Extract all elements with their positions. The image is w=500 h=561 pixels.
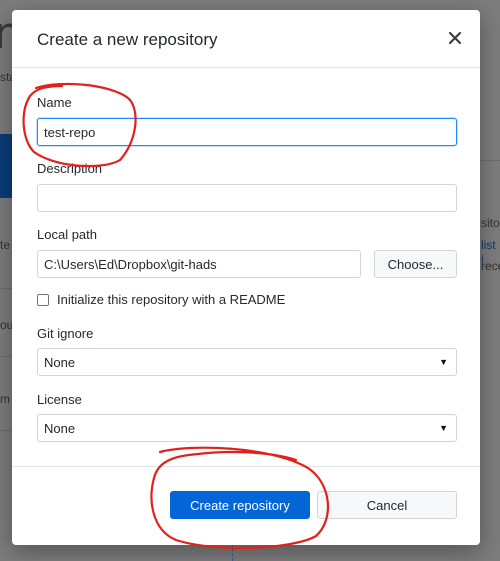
license-selected-value: None (44, 420, 76, 436)
git-ignore-select[interactable]: None ▼ (37, 348, 457, 376)
footer-divider (12, 466, 480, 467)
bg-text-fragment: m (0, 392, 10, 406)
readme-checkbox-label: Initialize this repository with a README (57, 292, 286, 307)
name-label: Name (37, 95, 72, 110)
description-label: Description (37, 161, 103, 176)
bg-dashed-line (232, 544, 234, 561)
license-label: License (37, 392, 82, 407)
bg-text-fragment: sito (481, 216, 500, 230)
caret-down-icon: ▼ (439, 423, 448, 433)
bg-blue-button (0, 134, 12, 198)
caret-down-icon: ▼ (439, 357, 448, 367)
bg-text-fragment: rece (481, 259, 500, 273)
create-repository-button[interactable]: Create repository (170, 491, 310, 519)
bg-divider (0, 356, 12, 357)
bg-divider (0, 430, 12, 431)
choose-button[interactable]: Choose... (374, 250, 457, 278)
dialog-title: Create a new repository (37, 30, 218, 49)
name-input[interactable] (37, 118, 457, 146)
readme-option[interactable]: Initialize this repository with a README (37, 292, 285, 307)
cancel-button[interactable]: Cancel (317, 491, 457, 519)
description-input[interactable] (37, 184, 457, 212)
local-path-input[interactable] (37, 250, 361, 278)
bg-title-fragment: r (0, 8, 13, 59)
bg-divider (0, 288, 12, 289)
git-ignore-label: Git ignore (37, 326, 94, 341)
dialog-header: Create a new repository (12, 10, 480, 68)
local-path-label: Local path (37, 227, 97, 242)
readme-checkbox[interactable] (37, 293, 49, 306)
bg-divider (480, 160, 500, 161)
license-select[interactable]: None ▼ (37, 414, 457, 442)
git-ignore-selected-value: None (44, 354, 76, 370)
create-repository-dialog: Create a new repository Name Description… (12, 10, 480, 545)
close-icon[interactable] (444, 26, 466, 50)
bg-text-fragment: te (0, 238, 11, 252)
